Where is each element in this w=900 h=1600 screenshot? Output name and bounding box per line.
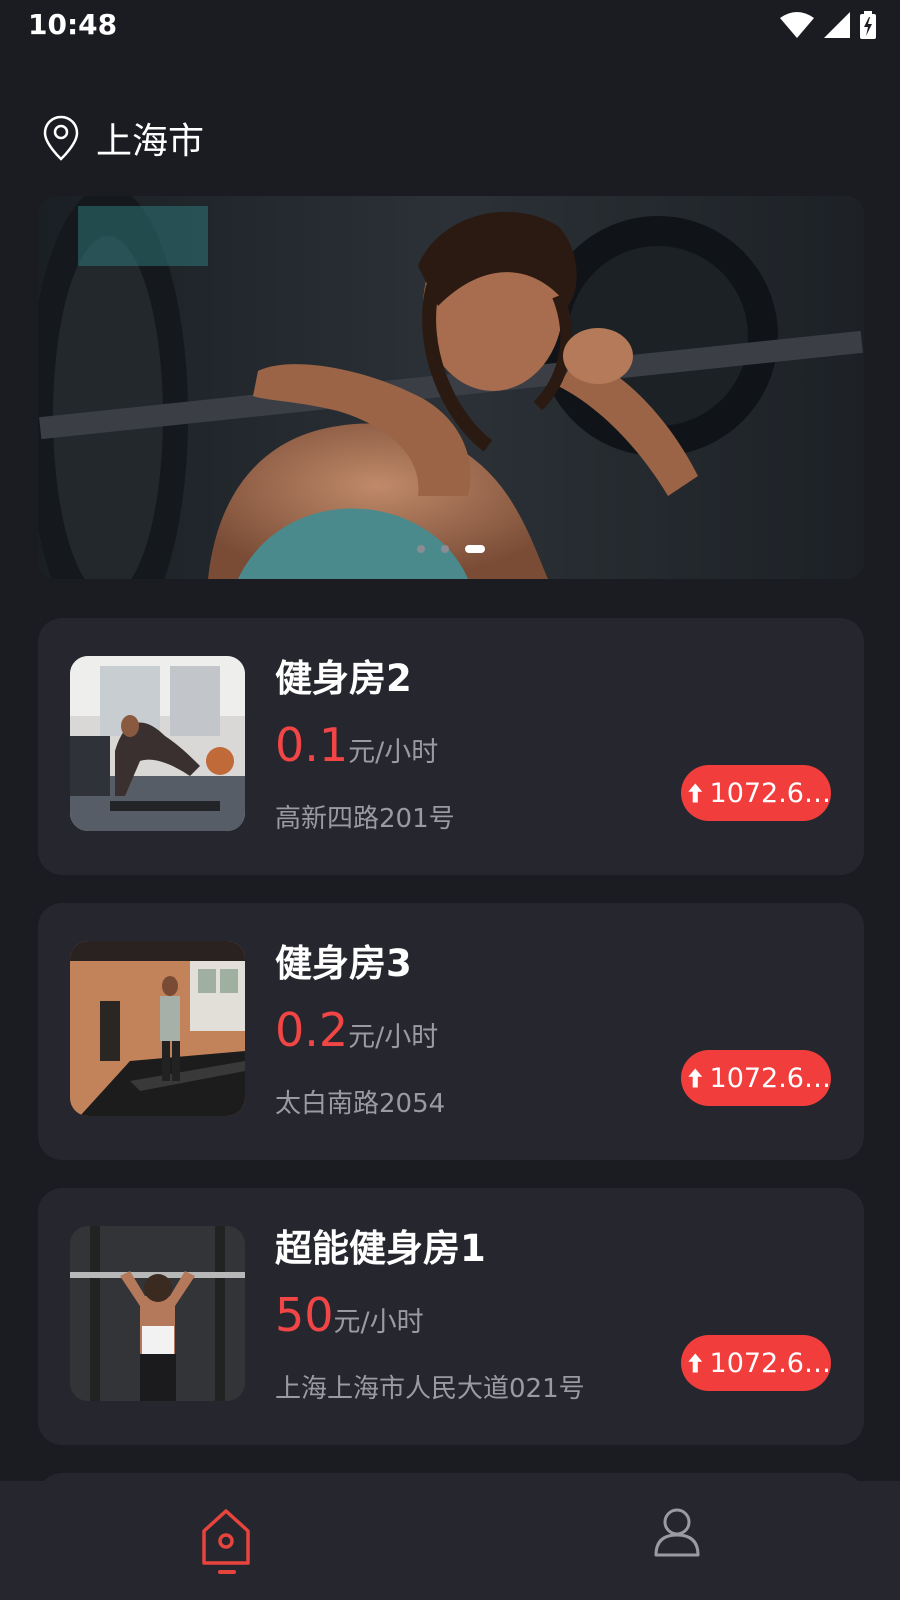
venue-price-value: 0.2 (275, 1003, 349, 1057)
location-city: 上海市 (96, 121, 205, 162)
distance-badge: 1072.6… (681, 765, 831, 821)
venue-price-unit: 元/小时 (348, 1022, 439, 1053)
status-time: 10:48 (28, 8, 118, 41)
active-tab-indicator (218, 1570, 236, 1574)
app-screen: 10:48 上海市 健身房2 0.1元/小时 高新四路201号 1072.6… … (0, 0, 900, 1600)
wifi-icon (780, 12, 814, 38)
venue-price-unit: 元/小时 (348, 737, 439, 768)
venue-card[interactable]: 健身房2 0.1元/小时 高新四路201号 1072.6… (38, 618, 864, 875)
carousel-dot[interactable] (417, 545, 425, 553)
carousel-dot-active[interactable] (465, 545, 485, 553)
distance-badge: 1072.6… (681, 1335, 831, 1391)
location-pin-icon (43, 115, 79, 161)
banner-image (38, 196, 864, 579)
venue-price-unit: 元/小时 (333, 1307, 424, 1338)
battery-charging-icon (860, 11, 876, 39)
venue-price: 50元/小时 (275, 1288, 424, 1342)
venue-thumbnail (70, 941, 245, 1116)
home-icon[interactable] (196, 1503, 256, 1573)
venue-address: 上海上海市人民大道021号 (275, 1374, 585, 1404)
venue-name: 健身房3 (275, 942, 412, 985)
distance-arrow-icon (688, 1353, 703, 1373)
venue-price-value: 50 (275, 1288, 334, 1342)
banner-carousel[interactable] (38, 196, 864, 579)
carousel-dot[interactable] (441, 545, 449, 553)
venue-price: 0.2元/小时 (275, 1003, 438, 1057)
venue-name: 健身房2 (275, 657, 412, 700)
distance-arrow-icon (688, 1068, 703, 1088)
distance-value: 1072.6… (709, 1062, 831, 1094)
venue-address: 太白南路2054 (275, 1089, 446, 1119)
venue-thumbnail (70, 1226, 245, 1401)
venue-name: 超能健身房1 (275, 1227, 486, 1270)
venue-price: 0.1元/小时 (275, 718, 438, 772)
location-selector[interactable]: 上海市 (42, 112, 204, 164)
venue-address: 高新四路201号 (275, 804, 455, 834)
venue-card[interactable]: 健身房3 0.2元/小时 太白南路2054 1072.6… (38, 903, 864, 1160)
status-icons (780, 10, 876, 40)
bottom-nav (0, 1481, 900, 1600)
distance-value: 1072.6… (709, 777, 831, 809)
carousel-indicator (38, 545, 864, 553)
venue-thumbnail (70, 656, 245, 831)
venue-card[interactable]: 超能健身房1 50元/小时 上海上海市人民大道021号 1072.6… (38, 1188, 864, 1445)
distance-value: 1072.6… (709, 1347, 831, 1379)
status-bar: 10:48 (0, 0, 900, 50)
signal-icon (824, 12, 850, 38)
distance-arrow-icon (688, 783, 703, 803)
venue-price-value: 0.1 (275, 718, 349, 772)
distance-badge: 1072.6… (681, 1050, 831, 1106)
profile-icon[interactable] (652, 1507, 702, 1559)
